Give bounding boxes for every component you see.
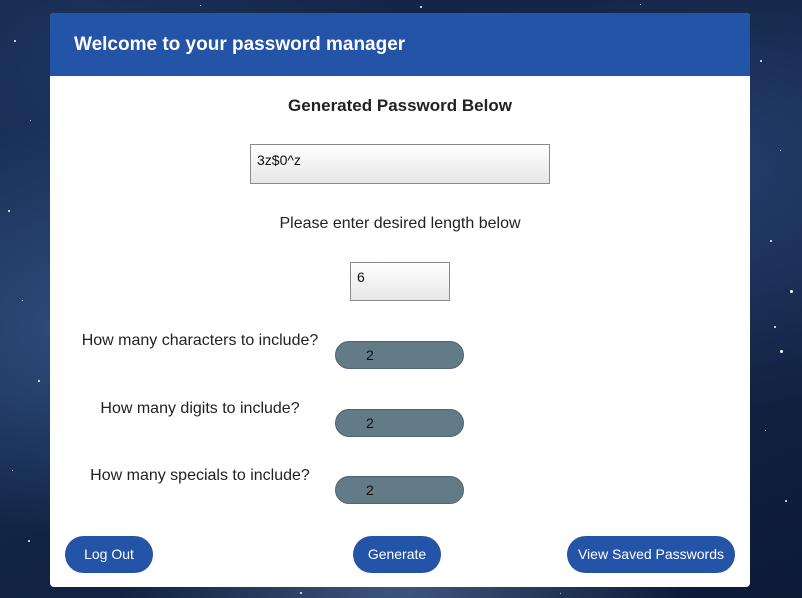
- view-saved-passwords-button[interactable]: View Saved Passwords: [567, 536, 735, 573]
- characters-select[interactable]: 2: [335, 341, 464, 369]
- star: [22, 300, 23, 301]
- specials-label: How many specials to include?: [90, 467, 310, 484]
- star: [300, 592, 302, 594]
- star: [420, 6, 422, 8]
- length-label: Please enter desired length below: [279, 215, 521, 232]
- star: [8, 210, 10, 212]
- star: [560, 593, 561, 594]
- star: [780, 150, 781, 151]
- characters-label: How many characters to include?: [81, 332, 319, 349]
- star: [38, 380, 40, 382]
- star: [12, 470, 13, 471]
- star: [200, 5, 201, 6]
- star: [14, 40, 16, 42]
- star: [30, 120, 31, 121]
- star: [760, 60, 762, 62]
- digits-label: How many digits to include?: [100, 400, 300, 417]
- log-out-button[interactable]: Log Out: [65, 536, 153, 573]
- password-manager-card: Welcome to your password manager Generat…: [50, 13, 750, 587]
- specials-select[interactable]: 2: [335, 476, 464, 504]
- star: [780, 350, 783, 353]
- generate-button[interactable]: Generate: [353, 536, 441, 573]
- generated-password-heading: Generated Password Below: [288, 96, 512, 115]
- page-title: Welcome to your password manager: [74, 34, 406, 55]
- generated-password-field[interactable]: 3z$0^z: [250, 144, 550, 184]
- star: [765, 430, 766, 431]
- length-input[interactable]: 6: [350, 262, 450, 301]
- star: [790, 290, 793, 293]
- star: [770, 240, 772, 242]
- star: [28, 540, 30, 542]
- star: [774, 326, 776, 328]
- digits-select[interactable]: 2: [335, 409, 464, 437]
- card-header: Welcome to your password manager: [50, 13, 750, 76]
- star: [640, 4, 641, 5]
- star: [785, 500, 787, 502]
